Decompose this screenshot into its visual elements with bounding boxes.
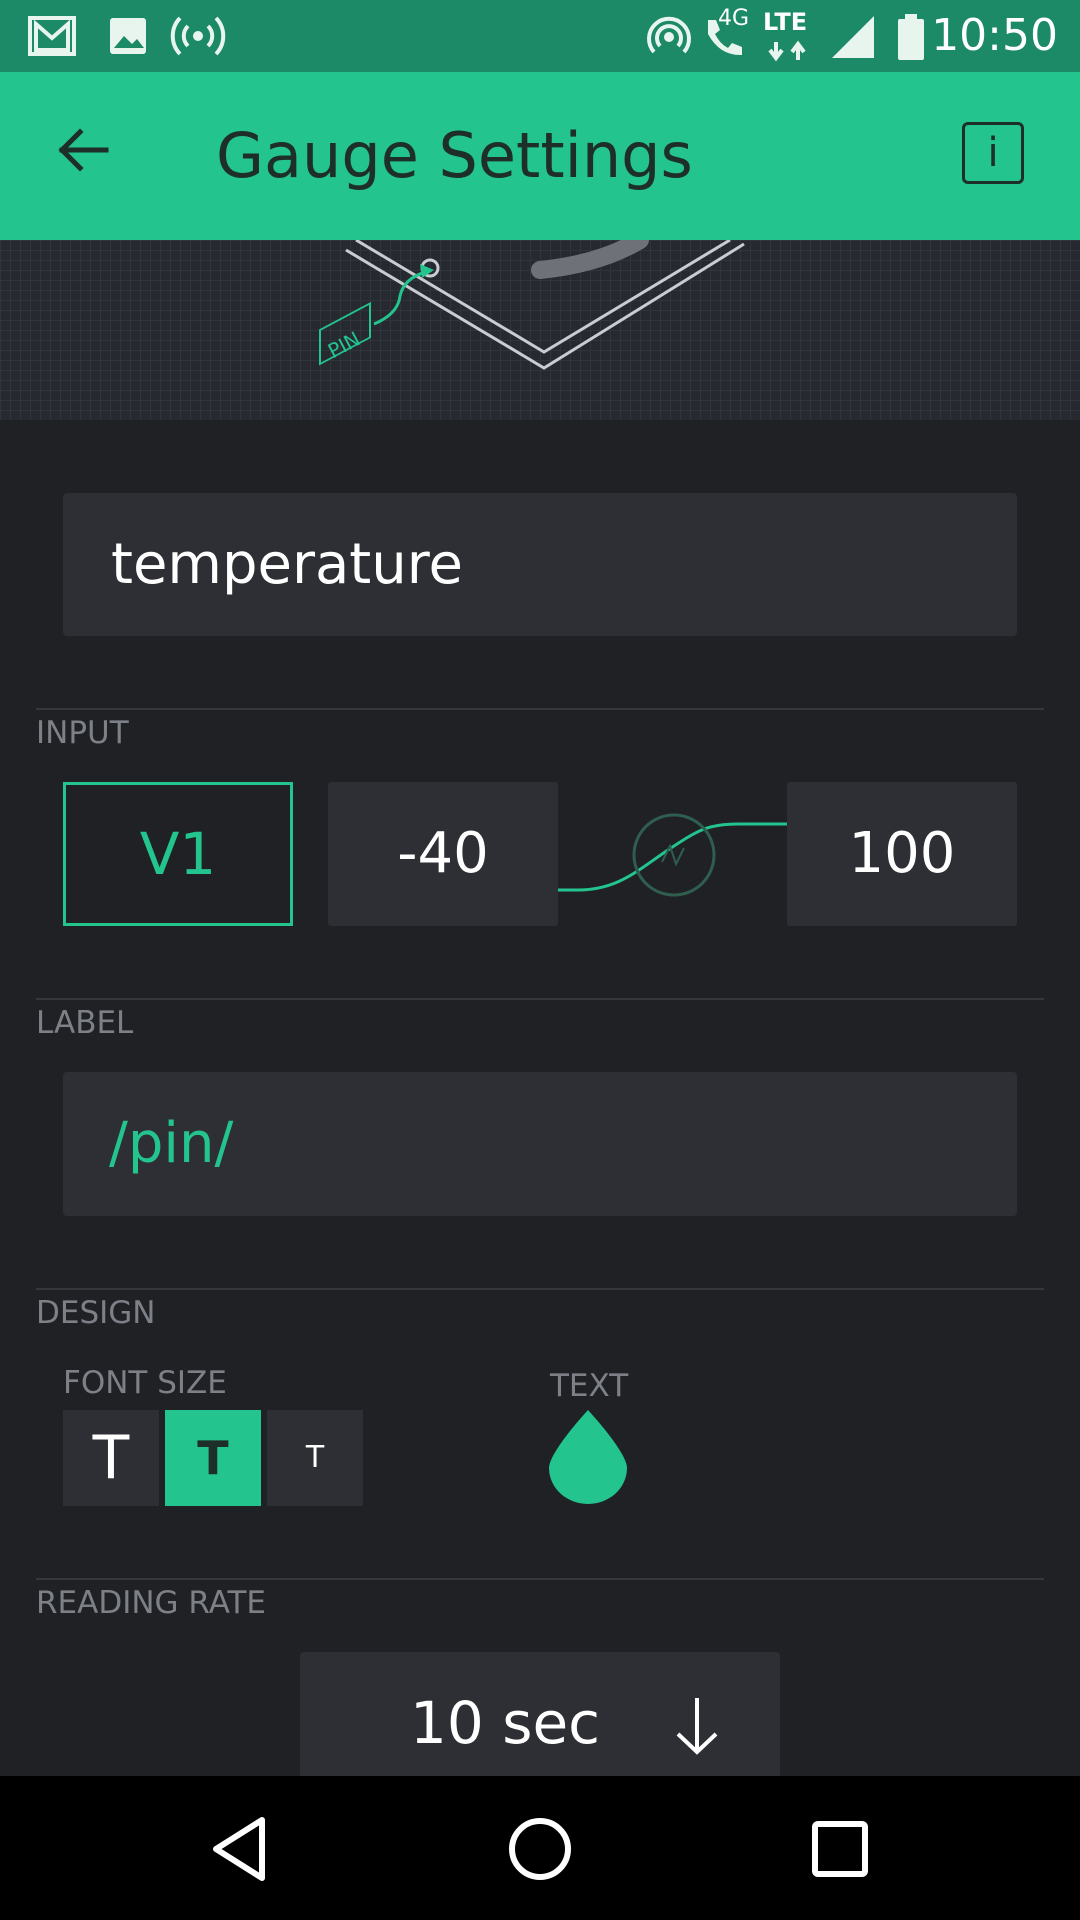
- widget-preview: PIN: [0, 240, 1080, 420]
- recents-nav-icon[interactable]: [805, 1814, 875, 1884]
- network-label: LTE: [763, 8, 808, 36]
- divider: [36, 708, 1044, 710]
- back-nav-icon[interactable]: [206, 1814, 276, 1884]
- divider: [36, 1578, 1044, 1580]
- widget-name-field[interactable]: temperature: [63, 493, 1017, 636]
- broadcast-icon: [170, 16, 226, 56]
- info-button[interactable]: i: [962, 122, 1024, 184]
- image-icon: [110, 18, 146, 54]
- gauge-device-illustration: PIN: [319, 240, 745, 370]
- label-section-label: LABEL: [36, 1005, 134, 1041]
- status-bar: 4G LTE 10:50: [0, 0, 1080, 72]
- text-color-drop-icon[interactable]: [547, 1406, 629, 1506]
- design-section-label: DESIGN: [36, 1295, 156, 1331]
- input-section-label: INPUT: [36, 715, 129, 751]
- font-size-label: FONT SIZE: [63, 1365, 227, 1401]
- font-size-small-button[interactable]: T: [267, 1410, 363, 1506]
- pin-select-button[interactable]: V1: [63, 782, 293, 926]
- widget-name-value: temperature: [111, 532, 463, 597]
- divider: [36, 1288, 1044, 1290]
- font-size-selector: T T T: [63, 1410, 363, 1506]
- min-value-field[interactable]: -40: [328, 782, 558, 926]
- pin-tag: PIN: [324, 327, 364, 364]
- page-title: Gauge Settings: [216, 119, 693, 192]
- system-nav-bar: [0, 1776, 1080, 1920]
- reading-rate-dropdown[interactable]: 10 sec: [300, 1652, 780, 1776]
- gmail-icon: [28, 16, 76, 56]
- network-type-label: 4G: [718, 6, 750, 31]
- signal-icon: [832, 16, 874, 58]
- text-color-label: TEXT: [550, 1368, 629, 1404]
- arrow-down-icon: [676, 1698, 718, 1755]
- home-nav-icon[interactable]: [505, 1814, 575, 1884]
- reading-rate-section-label: READING RATE: [36, 1585, 267, 1621]
- back-arrow-icon[interactable]: [40, 106, 128, 194]
- font-size-medium-button[interactable]: T: [165, 1410, 261, 1506]
- reading-rate-value: 10 sec: [410, 1689, 601, 1757]
- hotspot-icon: [647, 16, 691, 54]
- battery-icon: [898, 14, 924, 60]
- label-field-value: /pin/: [109, 1111, 234, 1176]
- label-field[interactable]: /pin/: [63, 1072, 1017, 1216]
- max-value-field[interactable]: 100: [787, 782, 1017, 926]
- font-size-large-button[interactable]: T: [63, 1410, 159, 1506]
- status-time: 10:50: [931, 10, 1058, 61]
- divider: [36, 998, 1044, 1000]
- app-bar: Gauge Settings i: [0, 72, 1080, 240]
- data-arrows-icon: [768, 40, 806, 62]
- mapping-curve-icon[interactable]: [558, 800, 788, 910]
